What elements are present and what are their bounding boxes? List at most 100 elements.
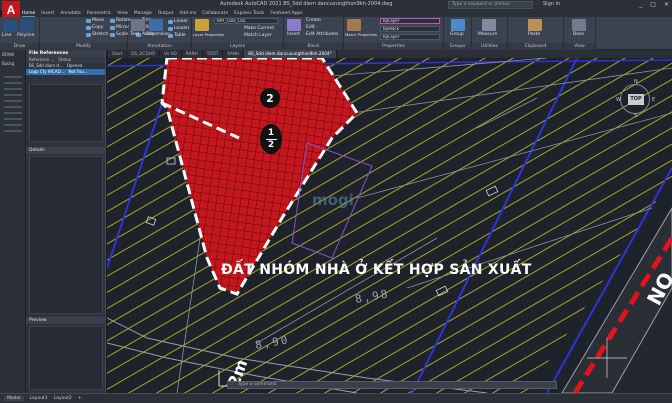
- sign-in-link[interactable]: Sign In: [543, 1, 560, 7]
- preview-area: [29, 326, 103, 390]
- utilities-panel-title[interactable]: Utilities: [472, 43, 507, 50]
- layout2-tab[interactable]: Layout2: [54, 396, 72, 401]
- xref-status: Not Fou...: [68, 69, 88, 74]
- layers-panel-title[interactable]: Layers: [192, 43, 283, 50]
- measure-icon[interactable]: [482, 19, 496, 31]
- palette-items[interactable]: [4, 72, 22, 132]
- tab-view[interactable]: View: [117, 10, 128, 17]
- palette-label[interactable]: Backg: [0, 59, 25, 68]
- tab-featured-apps[interactable]: Featured Apps: [270, 10, 302, 17]
- layer-properties-button[interactable]: Layer Properties: [193, 32, 224, 37]
- stretch-button[interactable]: Stretch: [86, 32, 108, 37]
- compass-south[interactable]: S: [634, 113, 637, 119]
- layout1-tab[interactable]: Layout1: [30, 396, 48, 401]
- scale-button[interactable]: Scale: [110, 32, 128, 37]
- tab-insert[interactable]: Insert: [41, 10, 54, 17]
- compass-west[interactable]: W: [616, 97, 621, 103]
- polyline-tool-icon[interactable]: [20, 20, 34, 32]
- make-current-button[interactable]: Make Current: [244, 26, 274, 31]
- viewcube[interactable]: TOP N W E S: [616, 79, 655, 119]
- match-layer-button[interactable]: Match Layer: [244, 33, 272, 38]
- preview-header[interactable]: Preview: [26, 317, 106, 324]
- tab-collaborate[interactable]: Collaborate: [202, 10, 228, 17]
- viewcube-top-face[interactable]: TOP: [628, 94, 644, 105]
- base-view-icon[interactable]: [572, 19, 586, 31]
- color-dropdown[interactable]: ByLayer: [380, 18, 440, 24]
- drawing-canvas[interactable]: 2 1 2 ĐẤT NHÓM NHÀ Ở KẾT HỢP SẢN XUẤT 8,…: [107, 58, 672, 393]
- edit-attributes-button[interactable]: Edit Attributes: [306, 32, 338, 37]
- close-icon[interactable]: ✕: [664, 1, 669, 8]
- linetype-dropdown[interactable]: ByBlock: [380, 26, 440, 32]
- autocad-logo-icon[interactable]: A: [2, 1, 20, 18]
- tab-express-tools[interactable]: Express Tools: [234, 10, 264, 17]
- linear-dim-icon: [168, 19, 173, 24]
- text-button[interactable]: Text: [130, 32, 139, 37]
- command-line-input[interactable]: Type a command: [227, 381, 557, 389]
- add-layout-button[interactable]: +: [78, 396, 82, 401]
- text-tool-icon[interactable]: [131, 19, 145, 31]
- insert-button[interactable]: Insert: [287, 32, 300, 37]
- tab-add-ins[interactable]: Add-ins: [179, 10, 196, 17]
- xref-list-area[interactable]: [29, 84, 103, 142]
- measure-button[interactable]: Measure: [478, 32, 497, 37]
- doc-tab[interactable]: DS_DCDHO: [127, 50, 161, 58]
- copy-button[interactable]: Copy: [86, 25, 103, 30]
- edit-block-button[interactable]: Edit: [306, 25, 315, 30]
- search-input[interactable]: Type a keyword or phrase: [448, 1, 533, 9]
- clipboard-panel-title[interactable]: Clipboard: [508, 43, 563, 50]
- dimension-tool-icon[interactable]: [149, 19, 163, 31]
- insert-block-icon[interactable]: [287, 19, 301, 31]
- doc-tab-start[interactable]: Start: [108, 50, 128, 58]
- draw-panel-title[interactable]: Draw: [0, 43, 39, 50]
- groups-panel-title[interactable]: Groups: [444, 43, 471, 50]
- layer-dropdown[interactable]: RAY_COD_CDL: [214, 18, 278, 24]
- doc-tab[interactable]: Ve HD: [160, 50, 182, 58]
- doc-tab[interactable]: RANH: [182, 50, 203, 58]
- tool-palette-strip: DRAW Backg: [0, 50, 26, 393]
- tab-annotate[interactable]: Annotate: [60, 10, 81, 17]
- dimension-button[interactable]: Dimension: [146, 32, 170, 37]
- xref-row-selected[interactable]: Logo Cty IHCAD... Not Fou...: [26, 69, 105, 75]
- maximize-icon[interactable]: □: [650, 1, 656, 8]
- doc-tab-active[interactable]: BS_Sdd diem dancuxungthon9kh-2004*: [244, 50, 337, 58]
- details-header[interactable]: Details: [26, 147, 106, 154]
- linear-button[interactable]: Linear: [168, 19, 188, 24]
- leader-button[interactable]: Leader: [168, 26, 189, 31]
- match-properties-button[interactable]: Match Properties: [345, 32, 377, 37]
- tab-manage[interactable]: Manage: [134, 10, 152, 17]
- utilities-panel: Measure Utilities: [472, 17, 508, 50]
- block-panel-title[interactable]: Block: [284, 43, 343, 50]
- modify-panel-title[interactable]: Modify: [40, 43, 127, 50]
- model-tab[interactable]: Model: [4, 396, 24, 401]
- group-button[interactable]: Group: [450, 32, 464, 37]
- match-properties-icon[interactable]: [347, 19, 361, 31]
- layer-properties-icon[interactable]: [195, 19, 209, 31]
- line-button[interactable]: Line: [2, 33, 11, 38]
- compass-north[interactable]: N: [634, 79, 638, 85]
- details-area: [29, 156, 103, 314]
- base-button[interactable]: Base: [573, 32, 584, 37]
- move-button[interactable]: Move: [86, 18, 104, 23]
- lineweight-dropdown[interactable]: ByLayer: [380, 34, 440, 40]
- palette-label[interactable]: DRAW: [0, 50, 25, 59]
- properties-panel-title[interactable]: Properties: [344, 43, 443, 50]
- view-panel-title[interactable]: View: [564, 43, 595, 50]
- annotation-panel-title[interactable]: Annotation: [128, 43, 191, 50]
- compass-east[interactable]: E: [652, 97, 655, 103]
- tab-home[interactable]: Home: [22, 10, 36, 17]
- table-button[interactable]: Table: [168, 33, 186, 38]
- group-icon[interactable]: [451, 19, 465, 31]
- doc-tab[interactable]: RANH: [223, 50, 245, 58]
- paste-icon[interactable]: [528, 19, 542, 31]
- view-panel: Base View: [564, 17, 596, 50]
- create-block-button[interactable]: Create: [306, 18, 321, 23]
- mirror-button[interactable]: Mirror: [110, 25, 129, 30]
- paste-button[interactable]: Paste: [528, 32, 540, 37]
- minimize-icon[interactable]: _: [639, 1, 642, 8]
- tab-output[interactable]: Output: [158, 10, 174, 17]
- doc-tab[interactable]: TDDT: [203, 50, 224, 58]
- tab-parametric[interactable]: Parametric: [87, 10, 111, 17]
- stretch-icon: [86, 32, 91, 37]
- polyline-button[interactable]: Polyline: [17, 33, 34, 38]
- line-tool-icon[interactable]: [3, 20, 17, 32]
